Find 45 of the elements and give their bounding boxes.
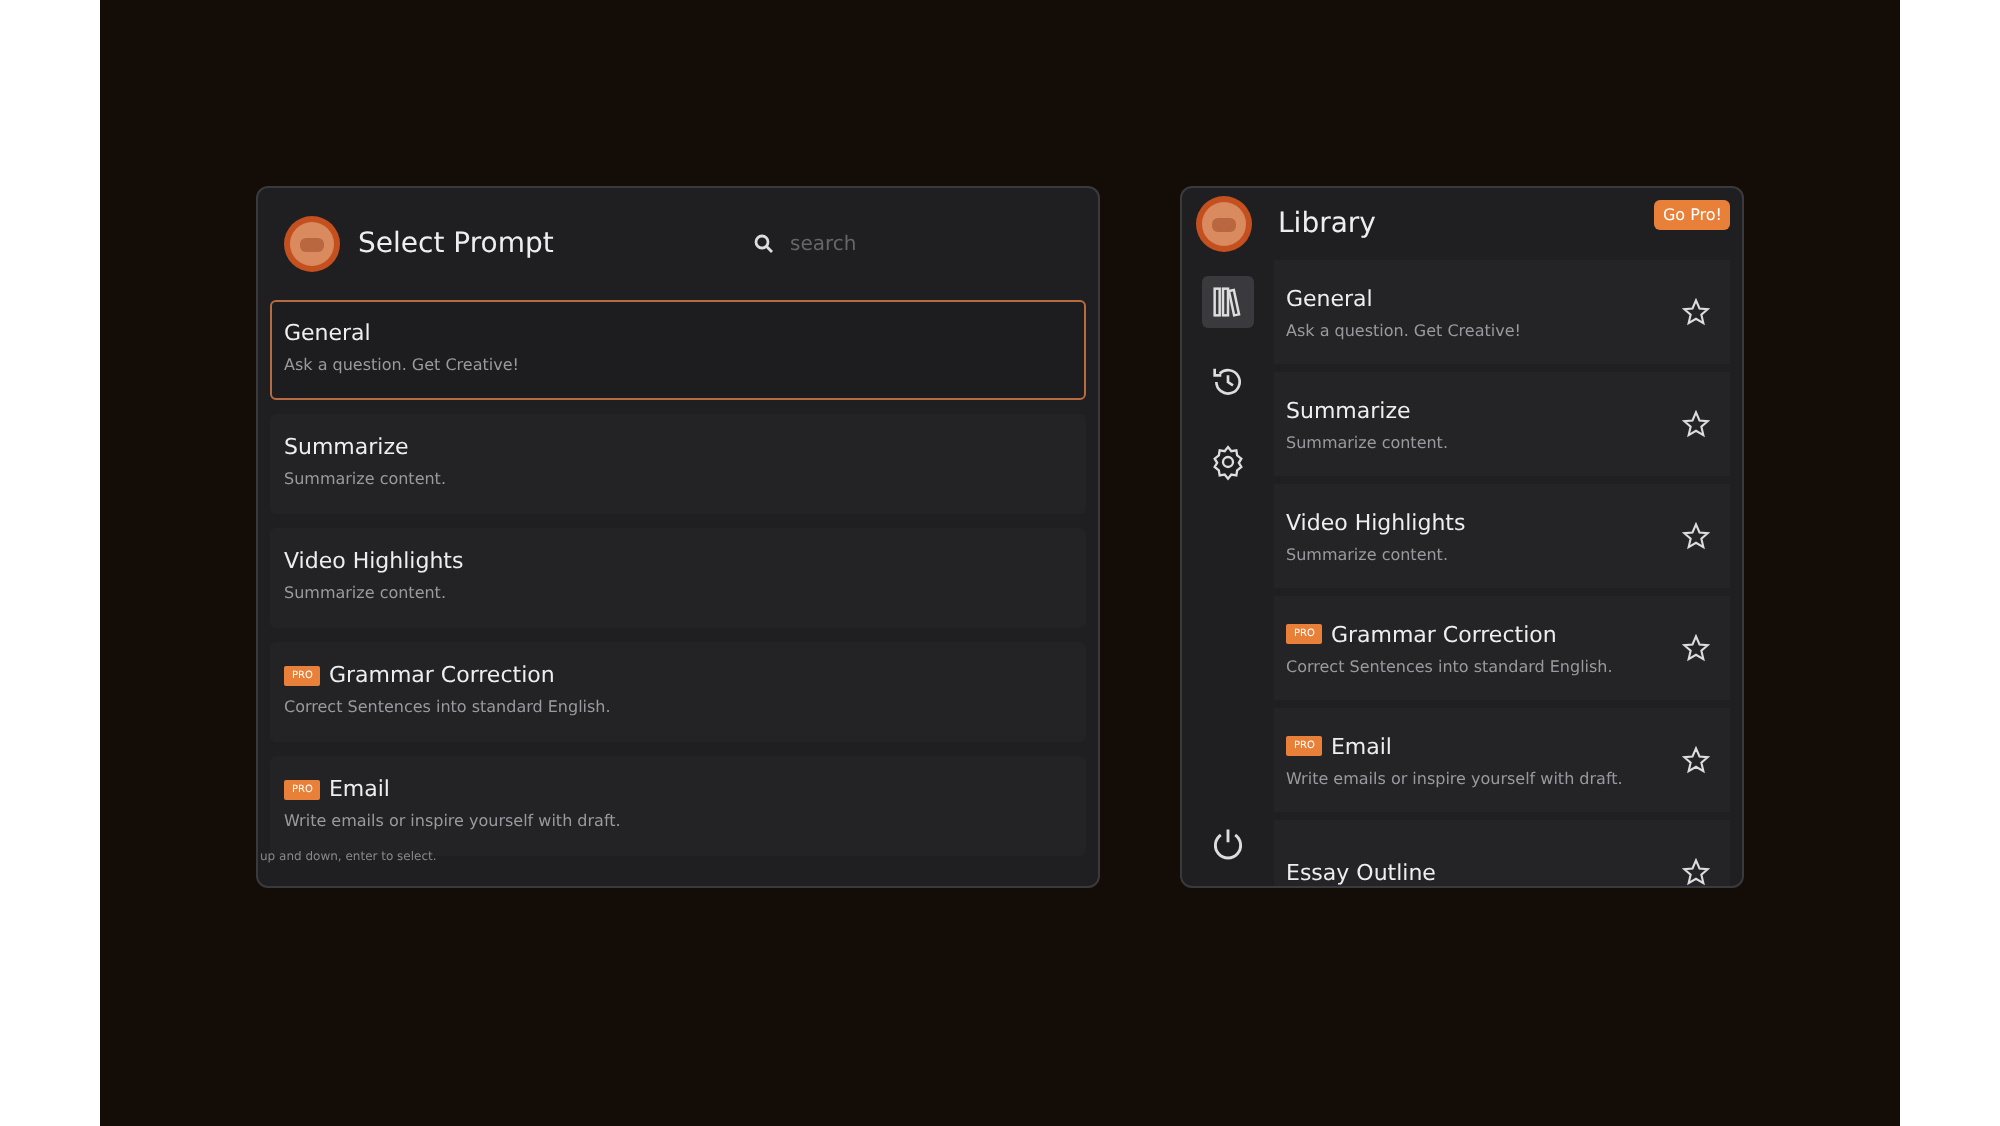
star-icon[interactable]: [1682, 410, 1710, 438]
prompt-title: General: [1286, 285, 1373, 311]
prompt-title: Video Highlights: [284, 548, 464, 574]
search-field[interactable]: search: [786, 231, 1014, 257]
panel-title: Select Prompt: [358, 228, 554, 260]
prompt-title: Email: [328, 776, 390, 802]
library-item[interactable]: General Ask a question. Get Creative!: [1274, 260, 1730, 364]
prompt-item[interactable]: Summarize Summarize content.: [270, 414, 1086, 514]
library-item[interactable]: Video Highlights Summarize content.: [1274, 484, 1730, 588]
prompt-description: Summarize content.: [1286, 433, 1450, 451]
library-icon: [1213, 287, 1241, 317]
prompt-title: Email: [1330, 733, 1392, 759]
power-icon[interactable]: [1210, 826, 1246, 862]
prompt-title: Grammar Correction: [1330, 621, 1557, 647]
star-icon[interactable]: [1682, 634, 1710, 662]
library-item[interactable]: Summarize Summarize content.: [1274, 372, 1730, 476]
prompt-description: Write emails or inspire yourself with draft.: [1286, 769, 1625, 787]
prompt-description: Ask a question. Get Creative!: [1286, 321, 1523, 339]
avatar-icon: [1194, 194, 1254, 254]
prompt-description: Summarize content.: [1286, 545, 1450, 563]
prompt-title: Video Highlights: [1286, 509, 1466, 535]
prompt-title: General: [284, 320, 371, 346]
prompt-description: Correct Sentences into standard English.: [284, 698, 613, 716]
prompt-item[interactable]: General Ask a question. Get Creative!: [270, 300, 1086, 400]
star-icon[interactable]: [1682, 746, 1710, 774]
settings-icon: [1213, 445, 1243, 481]
history-icon: [1213, 368, 1241, 395]
panel-title: Library: [1278, 208, 1376, 240]
nav-button[interactable]: [1202, 276, 1254, 328]
prompt-title: Summarize: [284, 434, 409, 460]
prompt-description: Correct Sentences into standard English.: [1286, 657, 1615, 675]
prompt-title: Essay Outline: [1286, 859, 1436, 885]
prompt-description: Write emails or inspire yourself with draft.: [284, 812, 623, 830]
star-icon[interactable]: [1682, 522, 1710, 550]
prompt-title: Grammar Correction: [328, 662, 555, 688]
prompt-description: Ask a question. Get Creative!: [284, 356, 521, 374]
search-icon: [754, 234, 774, 254]
prompt-description: Summarize content.: [284, 470, 448, 488]
star-icon[interactable]: [1682, 858, 1710, 886]
prompt-title: Summarize: [1286, 397, 1411, 423]
star-icon[interactable]: [1682, 298, 1710, 326]
library-item[interactable]: Essay Outline: [1274, 820, 1730, 886]
prompt-item[interactable]: Video Highlights Summarize content.: [270, 528, 1086, 628]
prompt-description: Summarize content.: [284, 584, 448, 602]
avatar-icon: [282, 214, 342, 274]
